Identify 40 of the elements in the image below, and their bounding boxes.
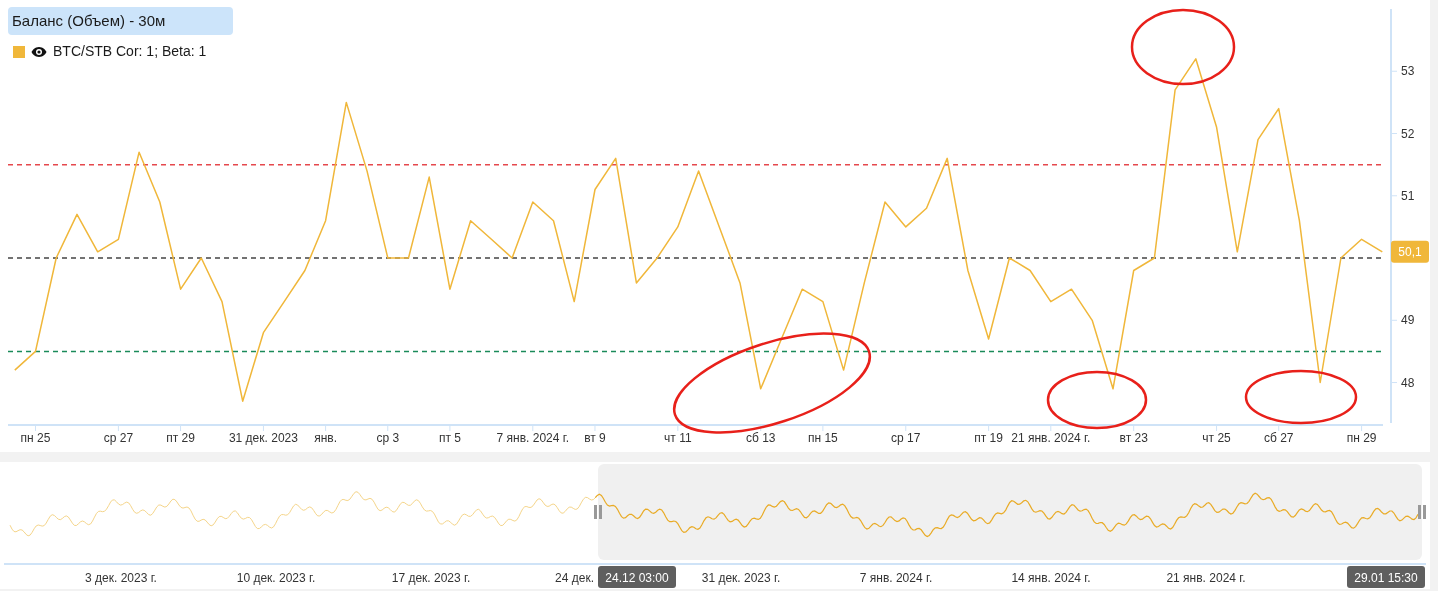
- x-tick-label: сб 27: [1263, 431, 1294, 445]
- y-tick-label: 49: [1401, 313, 1415, 328]
- x-tick-label: янв.: [314, 431, 337, 445]
- x-tick-label: ср 27: [103, 431, 134, 445]
- x-tick-label: пн 15: [807, 431, 838, 445]
- y-tick-label: 51: [1401, 188, 1415, 203]
- x-tick-label: пн 25: [20, 431, 51, 445]
- navigator-tick-label: 3 дек. 2023 г.: [85, 571, 157, 585]
- range-handle[interactable]: [594, 505, 602, 519]
- x-tick-label: пт 29: [166, 431, 195, 445]
- navigator-tick-label: 14 янв. 2024 г.: [1011, 571, 1091, 585]
- x-tick-label: 7 янв. 2024 г.: [496, 431, 570, 445]
- navigator-tick-label: 24 дек.: [555, 571, 594, 585]
- eye-icon[interactable]: [31, 45, 47, 58]
- navigator-tick-label: 21 янв. 2024 г.: [1166, 571, 1246, 585]
- x-tick-label: вт 23: [1119, 431, 1148, 445]
- y-tick-label: 52: [1401, 126, 1415, 141]
- range-date-badge: 29.01 15:30: [1347, 566, 1425, 588]
- x-tick-label: 21 янв. 2024 г.: [1011, 431, 1091, 445]
- navigator-tick-label: 31 дек. 2023 г.: [701, 571, 781, 585]
- navigator-tick-label: 17 дек. 2023 г.: [391, 571, 471, 585]
- navigator-tick-label: 10 дек. 2023 г.: [236, 571, 316, 585]
- range-handle[interactable]: [1418, 505, 1426, 519]
- last-value-badge: 50,1: [1391, 240, 1429, 263]
- x-tick-label: вт 9: [584, 431, 606, 445]
- x-tick-label: пт 5: [438, 431, 461, 445]
- chart-title: Баланс (Объем) - 30м: [8, 7, 233, 35]
- y-tick-label: 53: [1401, 64, 1415, 79]
- x-tick-label: пт 19: [974, 431, 1003, 445]
- y-tick-label: 48: [1401, 375, 1415, 390]
- x-tick-label: ср 3: [376, 431, 400, 445]
- x-tick-label: сб 13: [745, 431, 776, 445]
- x-tick-label: 31 дек. 2023: [228, 431, 298, 445]
- x-tick-label: пн 29: [1346, 431, 1377, 445]
- range-date-badge: 24.12 03:00: [598, 566, 676, 588]
- x-tick-label: чт 25: [1202, 431, 1231, 445]
- x-tick-label: ср 17: [891, 431, 921, 445]
- legend-label: BTC/STB Cor: 1; Beta: 1: [53, 42, 207, 61]
- x-tick-label: чт 11: [664, 431, 692, 445]
- navigator-tick-label: 7 янв. 2024 г.: [859, 571, 933, 585]
